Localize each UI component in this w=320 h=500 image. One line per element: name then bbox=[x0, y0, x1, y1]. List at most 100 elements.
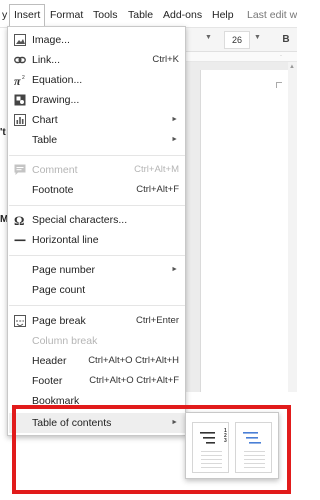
menu-item-label: Image... bbox=[32, 34, 70, 46]
comment-icon bbox=[14, 164, 26, 175]
menu-item-label: Special characters... bbox=[32, 214, 128, 226]
toc-page-number: 3 bbox=[224, 438, 227, 444]
toc-preview-line bbox=[201, 455, 222, 456]
menu-item-label: Column break bbox=[32, 335, 98, 347]
omega-icon: Ω bbox=[14, 214, 24, 226]
horizontal-line-icon bbox=[14, 239, 26, 242]
menu-item-link[interactable]: Link... Ctrl+K bbox=[9, 50, 185, 70]
toc-option-with-blue-links[interactable] bbox=[235, 422, 272, 473]
insert-menu: Image... Link... Ctrl+K π 2 Equation... bbox=[7, 26, 186, 436]
page-break-icon bbox=[14, 315, 26, 327]
menu-divider bbox=[9, 155, 185, 156]
menu-item-table[interactable]: Table ► bbox=[9, 130, 185, 150]
toc-preview-line bbox=[201, 459, 222, 460]
menu-item-comment[interactable]: Comment Ctrl+Alt+M bbox=[9, 160, 185, 180]
chart-icon bbox=[14, 114, 26, 126]
shortcut-label: Ctrl+Alt+M bbox=[134, 164, 179, 175]
ruler: · bbox=[184, 52, 297, 62]
screen: y Insert Format Tools Table Add-ons Help… bbox=[0, 0, 297, 500]
menu-item-special-characters[interactable]: Ω Special characters... bbox=[9, 210, 185, 230]
image-icon bbox=[14, 34, 26, 46]
menu-item-label: Footnote bbox=[32, 184, 74, 196]
menu-item-table-of-contents[interactable]: Table of contents ► bbox=[9, 413, 185, 433]
drawing-icon bbox=[14, 94, 26, 106]
font-size-box[interactable]: 26 bbox=[224, 31, 250, 49]
toc-submenu: 1 2 3 bbox=[185, 412, 279, 479]
menu-item-label: Link... bbox=[32, 54, 61, 66]
submenu-arrow-icon: ► bbox=[171, 266, 178, 273]
bold-button[interactable]: B bbox=[278, 31, 294, 49]
menu-item-image[interactable]: Image... bbox=[9, 30, 185, 50]
toc-page-numbers-icon bbox=[200, 432, 215, 444]
menu-item-equation[interactable]: π 2 Equation... bbox=[9, 70, 185, 90]
toolbar: ▼ 26 ▼ B bbox=[184, 28, 297, 52]
menu-divider bbox=[9, 305, 185, 306]
menu-item-page-number[interactable]: Page number ► bbox=[9, 260, 185, 280]
menu-table[interactable]: Table bbox=[124, 6, 157, 24]
toc-preview-line bbox=[201, 451, 222, 452]
font-dropdown-arrow-icon[interactable]: ▼ bbox=[205, 34, 212, 41]
menu-tools[interactable]: Tools bbox=[89, 6, 122, 24]
ruler-tick: · bbox=[280, 53, 282, 59]
submenu-arrow-icon: ► bbox=[171, 116, 178, 123]
menu-item-label: Chart bbox=[32, 114, 58, 126]
menu-item-label: Equation... bbox=[32, 74, 83, 86]
submenu-arrow-icon: ► bbox=[171, 136, 178, 143]
pi-icon: π 2 bbox=[14, 74, 25, 86]
menu-item-label: Comment bbox=[32, 164, 78, 176]
menu-item-label: Page count bbox=[32, 284, 86, 296]
toc-preview-line bbox=[244, 463, 265, 464]
menu-item-chart[interactable]: Chart ► bbox=[9, 110, 185, 130]
svg-text:Ω: Ω bbox=[14, 214, 24, 226]
menu-item-header[interactable]: Header Ctrl+Alt+O Ctrl+Alt+H bbox=[9, 351, 185, 371]
last-edit-link[interactable]: Last edit wa bbox=[243, 6, 297, 24]
menu-item-page-count[interactable]: Page count bbox=[9, 280, 185, 300]
scroll-up-arrow-icon[interactable]: ▲ bbox=[289, 64, 295, 70]
menu-item-label: Bookmark bbox=[32, 395, 80, 407]
menu-item-column-break[interactable]: Column break bbox=[9, 331, 185, 351]
menu-item-drawing[interactable]: Drawing... bbox=[9, 90, 185, 110]
menu-help[interactable]: Help bbox=[208, 6, 238, 24]
toc-preview-line bbox=[201, 467, 222, 468]
menu-item-label: Footer bbox=[32, 375, 63, 387]
menu-item-label: Drawing... bbox=[32, 94, 80, 106]
menu-divider bbox=[9, 205, 185, 206]
shortcut-label: Ctrl+K bbox=[152, 54, 179, 65]
menu-add-ons[interactable]: Add-ons bbox=[159, 6, 206, 24]
link-icon bbox=[14, 56, 26, 64]
font-size-dropdown-arrow-icon[interactable]: ▼ bbox=[254, 34, 261, 41]
shortcut-label: Ctrl+Alt+O Ctrl+Alt+H bbox=[88, 355, 179, 366]
menu-divider bbox=[9, 255, 185, 256]
toc-preview-line bbox=[244, 459, 265, 460]
menu-item-label: Table of contents bbox=[32, 417, 112, 429]
menu-item-footnote[interactable]: Footnote Ctrl+Alt+F bbox=[9, 180, 185, 200]
svg-text:π: π bbox=[14, 74, 21, 86]
toc-preview-line bbox=[244, 455, 265, 456]
menu-item-label: Page break bbox=[32, 315, 86, 327]
toc-option-with-page-numbers[interactable]: 1 2 3 bbox=[192, 422, 229, 473]
toc-blue-links-icon bbox=[243, 432, 261, 444]
menu-insert[interactable]: Insert bbox=[9, 4, 46, 26]
toc-preview-line bbox=[244, 467, 265, 468]
document-text-fragment: 't bbox=[0, 127, 6, 138]
menubar: y Insert Format Tools Table Add-ons Help… bbox=[0, 0, 297, 28]
svg-text:2: 2 bbox=[22, 75, 25, 81]
scrollbar[interactable] bbox=[288, 62, 297, 392]
menu-format[interactable]: Format bbox=[46, 6, 87, 24]
toc-preview-line bbox=[201, 463, 222, 464]
menu-item-footer[interactable]: Footer Ctrl+Alt+O Ctrl+Alt+F bbox=[9, 371, 185, 391]
page-margin-corner bbox=[276, 82, 282, 88]
toc-preview-line bbox=[244, 451, 265, 452]
shortcut-label: Ctrl+Alt+F bbox=[136, 184, 179, 195]
menu-item-bookmark[interactable]: Bookmark bbox=[9, 391, 185, 411]
menu-item-label: Page number bbox=[32, 264, 96, 276]
menu-item-label: Header bbox=[32, 355, 67, 367]
shortcut-label: Ctrl+Enter bbox=[135, 315, 179, 326]
menu-item-label: Horizontal line bbox=[32, 234, 99, 246]
shortcut-label: Ctrl+Alt+O Ctrl+Alt+F bbox=[89, 375, 179, 386]
document-page[interactable] bbox=[200, 70, 297, 392]
menu-item-page-break[interactable]: Page break Ctrl+Enter bbox=[9, 311, 185, 331]
menu-item-label: Table bbox=[32, 134, 58, 146]
submenu-arrow-icon: ► bbox=[171, 419, 178, 426]
menu-item-horizontal-line[interactable]: Horizontal line bbox=[9, 230, 185, 250]
